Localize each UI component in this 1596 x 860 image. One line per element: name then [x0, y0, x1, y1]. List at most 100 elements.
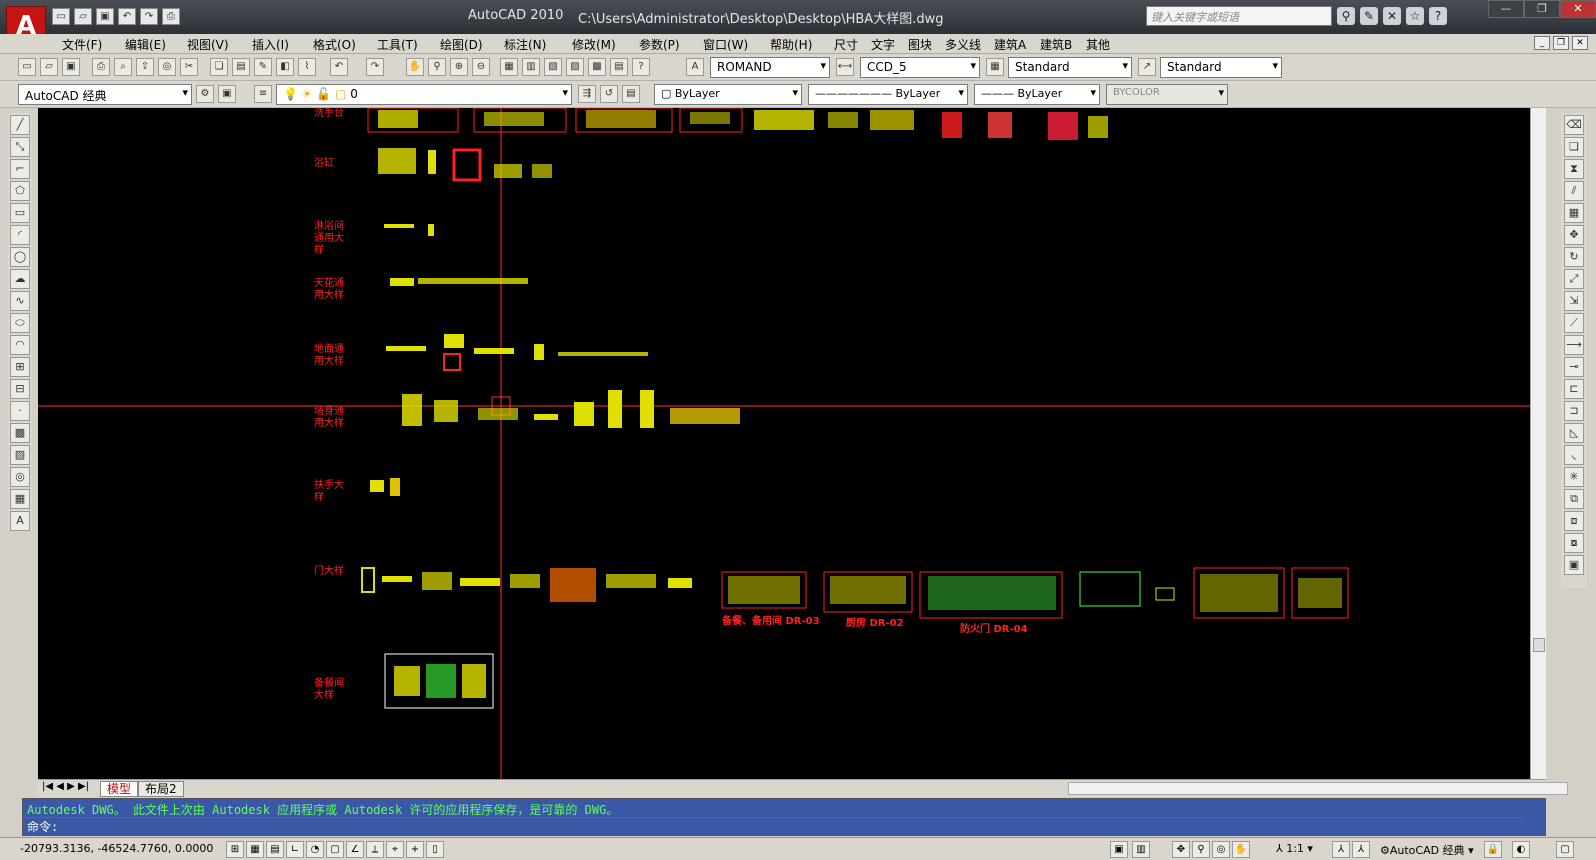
subscription-icon[interactable]: ✎: [1360, 7, 1378, 25]
region-icon[interactable]: ◎: [10, 467, 30, 487]
layer-state-icon[interactable]: ▤: [622, 85, 640, 103]
ellipse-arc-icon[interactable]: ◠: [10, 335, 30, 355]
dim-style-icon[interactable]: ⟷: [836, 58, 854, 76]
close-icon[interactable]: ✕: [1560, 0, 1596, 18]
drawing-canvas[interactable]: 洗手台 浴缸 淋浴间 通用大 样 天花通 用大样 地面通 用大样 墙身通 用大样…: [38, 108, 1530, 779]
plot-icon[interactable]: ⎙: [162, 8, 180, 25]
clean-screen-icon[interactable]: ▢: [1556, 841, 1574, 858]
vertical-scroll-thumb[interactable]: [1533, 638, 1545, 652]
ellipse-icon[interactable]: ⬭: [10, 313, 30, 333]
3d-dwf-icon[interactable]: ◎: [158, 58, 176, 76]
dynamic-ucs-icon[interactable]: ⌖: [386, 841, 404, 858]
rotate-icon[interactable]: ↻: [1564, 247, 1584, 267]
circle-icon[interactable]: ◯: [10, 247, 30, 267]
open-icon[interactable]: ▱: [74, 8, 92, 25]
paste-icon[interactable]: ▤: [232, 58, 250, 76]
redo-icon[interactable]: ↷: [140, 8, 158, 25]
make-current-layer-icon[interactable]: ⇶: [578, 85, 596, 103]
polyline-icon[interactable]: ⌐: [10, 159, 30, 179]
pan-icon[interactable]: ✋: [406, 58, 424, 76]
annotation-visibility-icon[interactable]: ⅄: [1332, 841, 1350, 858]
explode-icon[interactable]: ✳: [1564, 467, 1584, 487]
text-front-icon[interactable]: ▣: [1564, 555, 1584, 575]
lock-icon[interactable]: 🔒: [1484, 841, 1502, 858]
layer-previous-icon[interactable]: ↺: [600, 85, 618, 103]
line-icon[interactable]: ╱: [10, 115, 30, 135]
zoom-status-icon[interactable]: ⚲: [1192, 841, 1210, 858]
menu-block[interactable]: 图块: [908, 36, 932, 53]
bring-front-icon[interactable]: ⧈: [1564, 511, 1584, 531]
ortho-mode-icon[interactable]: ∟: [286, 841, 304, 858]
table-style-select[interactable]: Standard: [1008, 57, 1132, 78]
point-icon[interactable]: ·: [10, 401, 30, 421]
menu-arch-a[interactable]: 建筑A: [994, 36, 1026, 53]
spline-icon[interactable]: ∿: [10, 291, 30, 311]
lineweight-select[interactable]: ——— ByLayer: [974, 84, 1100, 105]
isolate-objects-icon[interactable]: ◐: [1512, 841, 1530, 858]
menu-polyline[interactable]: 多义线: [945, 36, 981, 53]
new-icon[interactable]: ▭: [18, 58, 36, 76]
break-icon[interactable]: ⊏: [1564, 379, 1584, 399]
tool-palettes-icon[interactable]: ▧: [544, 58, 562, 76]
menu-edit[interactable]: 编辑(E): [125, 36, 166, 53]
coordinate-readout[interactable]: -20793.3136, -46524.7760, 0.0000: [20, 842, 213, 855]
annotation-scale[interactable]: ⅄ 1:1 ▾: [1276, 842, 1313, 855]
search-input[interactable]: 键入关键字或短语: [1146, 6, 1332, 26]
grid-display-icon[interactable]: ▤: [266, 841, 284, 858]
linetype-select[interactable]: ——————— ByLayer: [808, 84, 968, 105]
text-style-icon[interactable]: A: [686, 58, 704, 76]
stretch-icon[interactable]: ⇲: [1564, 291, 1584, 311]
infer-constraints-icon[interactable]: ⊞: [226, 841, 244, 858]
showmotion-icon[interactable]: ◎: [1212, 841, 1230, 858]
make-block-icon[interactable]: ⊟: [10, 379, 30, 399]
save-icon[interactable]: ▣: [62, 58, 80, 76]
block-editor-icon[interactable]: ◧: [276, 58, 294, 76]
menu-window[interactable]: 窗口(W): [703, 36, 748, 53]
insert-block-icon[interactable]: ⊞: [10, 357, 30, 377]
array-icon[interactable]: ▦: [1564, 203, 1584, 223]
communication-icon[interactable]: ✕: [1383, 7, 1401, 25]
menu-modify[interactable]: 修改(M): [572, 36, 616, 53]
mirror-icon[interactable]: ⧗: [1564, 159, 1584, 179]
binoculars-icon[interactable]: ⚲: [1337, 7, 1355, 25]
menu-draw[interactable]: 绘图(D): [440, 36, 483, 53]
scale-icon[interactable]: ⤢: [1564, 269, 1584, 289]
plotstyle-select[interactable]: BYCOLOR: [1106, 84, 1228, 105]
menu-dimension[interactable]: 标注(N): [504, 36, 546, 53]
multileader-style-icon[interactable]: ↗: [1138, 58, 1156, 76]
menu-format[interactable]: 格式(O): [313, 36, 356, 53]
erase-icon[interactable]: ⌫: [1564, 115, 1584, 135]
vertical-scrollbar[interactable]: [1530, 108, 1546, 779]
layer-manager-icon[interactable]: ≡: [254, 85, 272, 103]
lineweight-toggle-icon[interactable]: ▯: [426, 841, 444, 858]
steering-wheel-icon[interactable]: ✥: [1172, 841, 1190, 858]
menu-file[interactable]: 文件(F): [62, 36, 102, 53]
model-space-icon[interactable]: ▣: [1110, 841, 1128, 858]
horizontal-scrollbar[interactable]: [1068, 782, 1568, 795]
layer-select[interactable]: 💡 ☀ 🔓 ▢ 0: [276, 84, 572, 105]
zoom-window-icon[interactable]: ⊕: [450, 58, 468, 76]
dynamic-input-icon[interactable]: +: [406, 841, 424, 858]
help-icon[interactable]: ?: [632, 58, 650, 76]
join-icon[interactable]: ⊐: [1564, 401, 1584, 421]
offset-icon[interactable]: ⫽: [1564, 181, 1584, 201]
restore-icon[interactable]: ❐: [1524, 0, 1560, 18]
design-center-icon[interactable]: ▥: [522, 58, 540, 76]
mtext-icon[interactable]: A: [10, 511, 30, 531]
menu-help[interactable]: 帮助(H): [770, 36, 812, 53]
markup-icon[interactable]: ▩: [588, 58, 606, 76]
break-at-point-icon[interactable]: ⊸: [1564, 357, 1584, 377]
table-icon[interactable]: ▦: [10, 489, 30, 509]
publish-icon[interactable]: ⇪: [136, 58, 154, 76]
polar-tracking-icon[interactable]: ◔: [306, 841, 324, 858]
menu-tools[interactable]: 工具(T): [377, 36, 418, 53]
brush-icon[interactable]: ⌇: [298, 58, 316, 76]
menu-arch-b[interactable]: 建筑B: [1040, 36, 1072, 53]
rectangle-icon[interactable]: ▭: [10, 203, 30, 223]
fillet-icon[interactable]: ◟: [1564, 445, 1584, 465]
open-icon[interactable]: ▱: [40, 58, 58, 76]
menu-text[interactable]: 文字: [871, 36, 895, 53]
workspace-select[interactable]: AutoCAD 经典: [18, 84, 192, 105]
table-style-icon[interactable]: ▦: [986, 58, 1004, 76]
minimize-icon[interactable]: —: [1488, 0, 1524, 18]
